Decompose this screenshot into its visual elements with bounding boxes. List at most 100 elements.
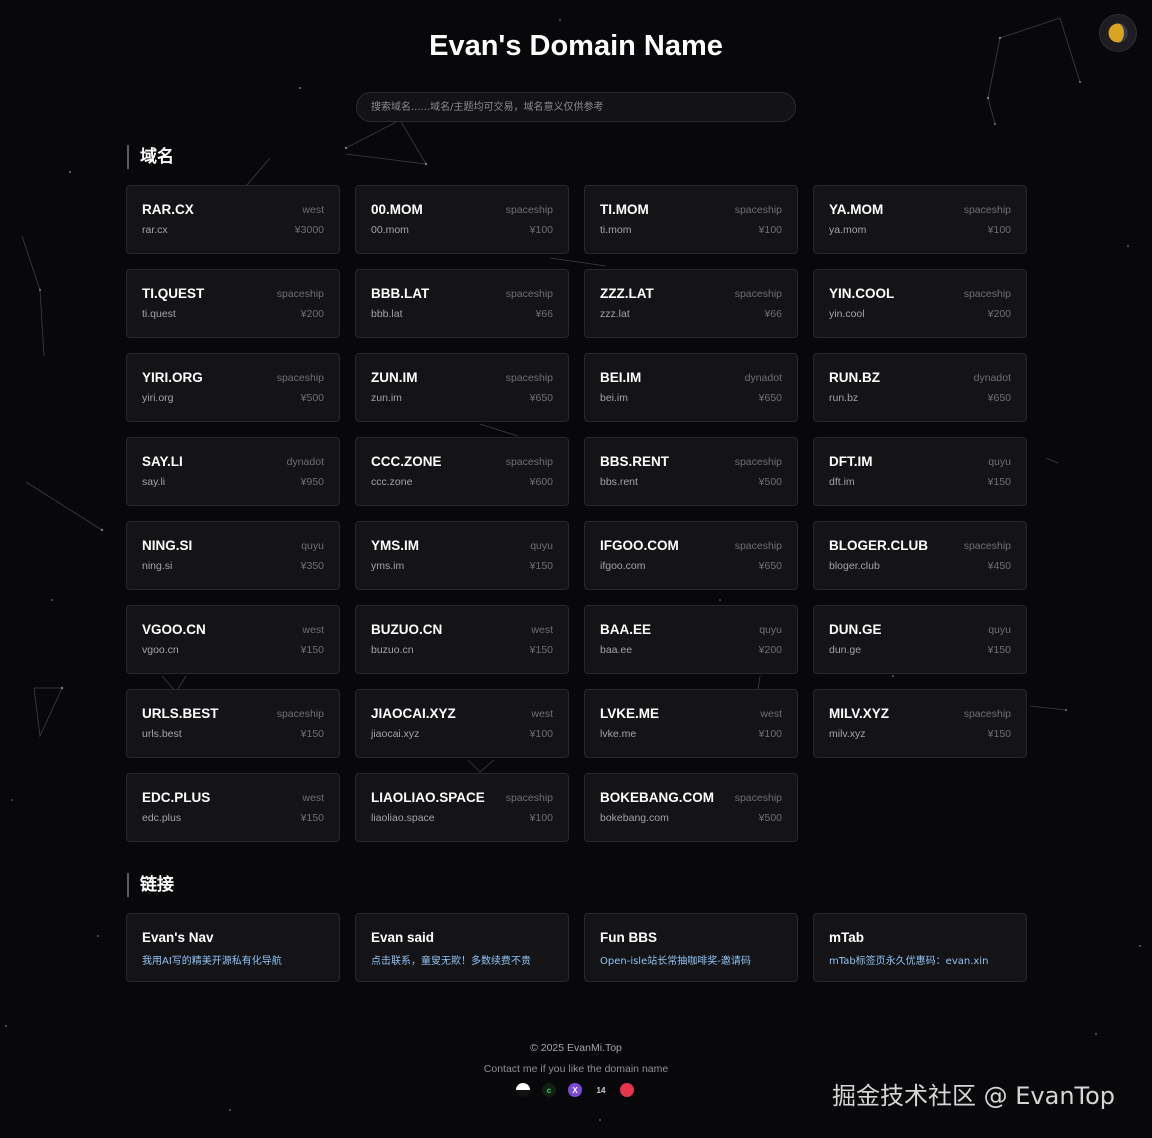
domain-price: ¥100 bbox=[758, 728, 782, 740]
link-name: Fun BBS bbox=[600, 930, 657, 945]
link-name: mTab bbox=[829, 930, 865, 945]
domain-card[interactable]: VGOO.CN vgoo.cn west ¥150 bbox=[126, 605, 340, 674]
domain-price: ¥650 bbox=[529, 392, 553, 404]
domain-card[interactable]: YIN.COOL yin.cool spaceship ¥200 bbox=[813, 269, 1027, 338]
domain-price: ¥100 bbox=[529, 812, 553, 824]
domain-price: ¥450 bbox=[987, 560, 1011, 572]
domain-name: SAY.LI bbox=[142, 454, 183, 469]
domain-name: BOKEBANG.COM bbox=[600, 790, 714, 805]
domain-card[interactable]: LVKE.ME lvke.me west ¥100 bbox=[584, 689, 798, 758]
domain-registrar: spaceship bbox=[963, 540, 1011, 552]
theme-toggle-button[interactable] bbox=[1099, 14, 1137, 52]
domain-registrar: west bbox=[531, 708, 553, 720]
domain-price: ¥100 bbox=[529, 728, 553, 740]
red-logo-icon[interactable] bbox=[620, 1083, 634, 1097]
link-card[interactable]: mTab mTab标签页永久优惠码：evan.xin bbox=[813, 913, 1027, 982]
domain-url: yiri.org bbox=[142, 392, 174, 404]
domain-registrar: spaceship bbox=[505, 792, 553, 804]
number-14-icon[interactable]: 14 bbox=[594, 1083, 608, 1097]
domain-registrar: spaceship bbox=[505, 456, 553, 468]
link-card[interactable]: Fun BBS Open-isle站长常抽咖啡奖-邀请码 bbox=[584, 913, 798, 982]
domain-url: buzuo.cn bbox=[371, 644, 414, 656]
domain-registrar: dynadot bbox=[973, 372, 1011, 384]
domain-card[interactable]: BBB.LAT bbb.lat spaceship ¥66 bbox=[355, 269, 569, 338]
domain-registrar: spaceship bbox=[734, 792, 782, 804]
domain-card[interactable]: BAA.EE baa.ee quyu ¥200 bbox=[584, 605, 798, 674]
domain-card[interactable]: YIRI.ORG yiri.org spaceship ¥500 bbox=[126, 353, 340, 422]
domain-card[interactable]: URLS.BEST urls.best spaceship ¥150 bbox=[126, 689, 340, 758]
domain-price: ¥66 bbox=[764, 308, 782, 320]
domain-price: ¥200 bbox=[758, 644, 782, 656]
domain-card[interactable]: YMS.IM yms.im quyu ¥150 bbox=[355, 521, 569, 590]
link-description: Open-isle站长常抽咖啡奖-邀请码 bbox=[600, 956, 751, 967]
domain-name: JIAOCAI.XYZ bbox=[371, 706, 456, 721]
domain-price: ¥950 bbox=[300, 476, 324, 488]
search-input[interactable] bbox=[357, 93, 795, 121]
domain-card[interactable]: ZUN.IM zun.im spaceship ¥650 bbox=[355, 353, 569, 422]
domain-price: ¥500 bbox=[758, 476, 782, 488]
domain-price: ¥150 bbox=[987, 644, 1011, 656]
domain-registrar: quyu bbox=[759, 624, 782, 636]
footer-copyright: © 2025 EvanMi.Top bbox=[530, 1042, 622, 1054]
domain-card[interactable]: DUN.GE dun.ge quyu ¥150 bbox=[813, 605, 1027, 674]
domain-card[interactable]: TI.QUEST ti.quest spaceship ¥200 bbox=[126, 269, 340, 338]
domain-name: ZZZ.LAT bbox=[600, 286, 654, 301]
github-icon[interactable] bbox=[516, 1083, 530, 1097]
purple-x-icon[interactable]: X bbox=[568, 1083, 582, 1097]
domain-url: jiaocai.xyz bbox=[371, 728, 420, 740]
domain-url: run.bz bbox=[829, 392, 859, 404]
domain-registrar: spaceship bbox=[963, 204, 1011, 216]
domain-card[interactable]: RUN.BZ run.bz dynadot ¥650 bbox=[813, 353, 1027, 422]
domain-card[interactable]: MILV.XYZ milv.xyz spaceship ¥150 bbox=[813, 689, 1027, 758]
domain-card[interactable]: BEI.IM bei.im dynadot ¥650 bbox=[584, 353, 798, 422]
domain-registrar: spaceship bbox=[963, 708, 1011, 720]
domain-url: bloger.club bbox=[829, 560, 880, 572]
domain-card[interactable]: BOKEBANG.COM bokebang.com spaceship ¥500 bbox=[584, 773, 798, 842]
domain-card[interactable]: ZZZ.LAT zzz.lat spaceship ¥66 bbox=[584, 269, 798, 338]
domain-price: ¥500 bbox=[758, 812, 782, 824]
domain-name: EDC.PLUS bbox=[142, 790, 211, 805]
domain-card[interactable]: LIAOLIAO.SPACE liaoliao.space spaceship ¥10… bbox=[355, 773, 569, 842]
domain-card[interactable]: CCC.ZONE ccc.zone spaceship ¥600 bbox=[355, 437, 569, 506]
domain-card[interactable]: BBS.RENT bbs.rent spaceship ¥500 bbox=[584, 437, 798, 506]
domain-card[interactable]: EDC.PLUS edc.plus west ¥150 bbox=[126, 773, 340, 842]
footer-contact-text: Contact me if you like the domain name bbox=[483, 1063, 669, 1075]
links-section-title: 链接 bbox=[127, 873, 174, 897]
domain-card[interactable]: TI.MOM ti.mom spaceship ¥100 bbox=[584, 185, 798, 254]
domain-card[interactable]: RAR.CX rar.cx west ¥3000 bbox=[126, 185, 340, 254]
domain-registrar: west bbox=[302, 792, 324, 804]
link-card[interactable]: Evan's Nav 我用AI写的精美开源私有化导航 bbox=[126, 913, 340, 982]
watermark: 掘金技术社区 @ EvanTop bbox=[832, 1082, 1116, 1110]
domain-card[interactable]: SAY.LI say.li dynadot ¥950 bbox=[126, 437, 340, 506]
link-card[interactable]: Evan said 点击联系，童叟无欺！多数续费不贵 bbox=[355, 913, 569, 982]
link-description: 我用AI写的精美开源私有化导航 bbox=[142, 956, 282, 967]
domain-card[interactable]: JIAOCAI.XYZ jiaocai.xyz west ¥100 bbox=[355, 689, 569, 758]
green-c-icon[interactable]: c bbox=[542, 1083, 556, 1097]
domain-url: ifgoo.com bbox=[600, 560, 646, 572]
domain-card[interactable]: BUZUO.CN buzuo.cn west ¥150 bbox=[355, 605, 569, 674]
domain-url: bbs.rent bbox=[600, 476, 638, 488]
domain-name: IFGOO.COM bbox=[600, 538, 679, 553]
domain-card[interactable]: IFGOO.COM ifgoo.com spaceship ¥650 bbox=[584, 521, 798, 590]
domain-card[interactable]: DFT.IM dft.im quyu ¥150 bbox=[813, 437, 1027, 506]
domain-price: ¥3000 bbox=[294, 224, 324, 236]
domain-name: DUN.GE bbox=[829, 622, 882, 637]
domain-url: zzz.lat bbox=[600, 308, 630, 320]
domain-registrar: quyu bbox=[988, 624, 1011, 636]
domain-name: BLOGER.CLUB bbox=[829, 538, 928, 553]
domain-name: RUN.BZ bbox=[829, 370, 880, 385]
domain-name: BAA.EE bbox=[600, 622, 652, 637]
domain-card[interactable]: YA.MOM ya.mom spaceship ¥100 bbox=[813, 185, 1027, 254]
domains-section-title: 域名 bbox=[127, 145, 174, 169]
domain-url: bei.im bbox=[600, 392, 629, 404]
domain-name: URLS.BEST bbox=[142, 706, 219, 721]
domain-price: ¥150 bbox=[987, 728, 1011, 740]
domain-card[interactable]: 00.MOM 00.mom spaceship ¥100 bbox=[355, 185, 569, 254]
domain-registrar: west bbox=[531, 624, 553, 636]
domain-name: LIAOLIAO.SPACE bbox=[371, 790, 485, 805]
domain-name: LVKE.ME bbox=[600, 706, 660, 721]
domain-card[interactable]: NING.SI ning.si quyu ¥350 bbox=[126, 521, 340, 590]
search-box[interactable] bbox=[356, 92, 796, 122]
domain-price: ¥150 bbox=[300, 644, 324, 656]
domain-card[interactable]: BLOGER.CLUB bloger.club spaceship ¥450 bbox=[813, 521, 1027, 590]
